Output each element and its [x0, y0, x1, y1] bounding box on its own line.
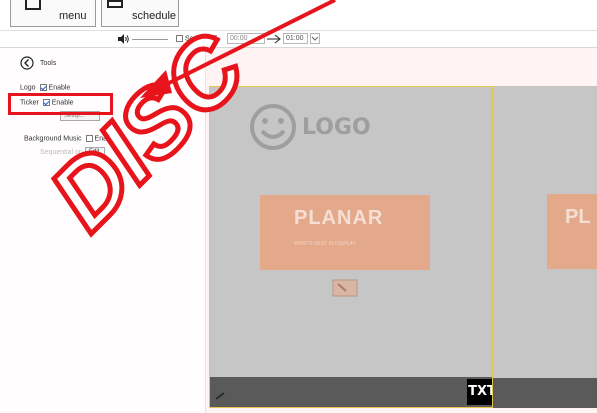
background-music-row: Background Music Enable: [24, 135, 116, 142]
end-time-field[interactable]: 01:00: [283, 33, 308, 44]
logo-text: LOGO: [302, 115, 371, 140]
playback-control-strip: Screen off 00:00 01:00: [0, 31, 597, 48]
background-music-enable-checkbox[interactable]: [85, 135, 93, 142]
arrow-right-icon: [267, 34, 281, 44]
layout-preview-canvas: LOGO PLANAR WHAT'S NEXT IN DISPLAY TXT P…: [206, 48, 597, 413]
volume-slider[interactable]: [132, 39, 168, 40]
top-toolbar: menu schedule: [0, 0, 597, 31]
logo-enable-checkbox[interactable]: [39, 84, 47, 91]
start-time-value: 00:00: [230, 35, 248, 42]
menu-label: menu: [59, 10, 87, 22]
logo-enable-label: Enable: [48, 84, 71, 92]
planar-banner-partial: PL: [547, 194, 597, 269]
display-zone-main[interactable]: LOGO PLANAR WHAT'S NEXT IN DISPLAY TXT: [209, 86, 497, 408]
back-circle-icon[interactable]: [20, 56, 34, 70]
schedule-button[interactable]: schedule: [101, 0, 179, 27]
menu-icon: [25, 0, 41, 10]
logo-row: Logo Enable: [20, 84, 70, 91]
ticker-highlight-box: [8, 93, 113, 115]
volume-icon[interactable]: [117, 34, 129, 44]
display-zone-secondary[interactable]: PL: [492, 86, 597, 408]
ticker-zone[interactable]: TXT: [210, 377, 497, 407]
screen-off-toggle[interactable]: Screen off: [176, 35, 217, 42]
tools-title: Tools: [40, 60, 57, 67]
chevron-down-icon: [311, 36, 319, 41]
logo-label: Logo: [20, 84, 36, 92]
ticker-zone-secondary: [493, 378, 597, 408]
media-placeholder-icon: [332, 279, 358, 297]
schedule-label: schedule: [132, 10, 177, 22]
brand-text: PLANAR: [294, 207, 384, 229]
music-edit-button[interactable]: Edit: [85, 147, 105, 157]
background-music-label: Background Music: [24, 135, 82, 143]
menu-button[interactable]: menu: [10, 0, 96, 27]
screen-off-checkbox[interactable]: [176, 35, 183, 42]
calendar-icon: [107, 0, 123, 8]
start-time-field[interactable]: 00:00: [227, 33, 265, 44]
pencil-icon[interactable]: [214, 391, 226, 401]
music-edit-label: Edit: [89, 149, 100, 155]
brand-text-partial: PL: [565, 206, 591, 228]
planar-banner: PLANAR WHAT'S NEXT IN DISPLAY: [260, 195, 430, 270]
end-time-value: 01:00: [286, 35, 304, 42]
end-time-dropdown[interactable]: [310, 33, 320, 44]
screen-off-label: Screen off: [185, 35, 217, 43]
brand-tagline: WHAT'S NEXT IN DISPLAY: [294, 241, 356, 247]
background-music-enable-label: Enable: [94, 135, 117, 143]
smiley-logo-icon: [250, 104, 296, 150]
